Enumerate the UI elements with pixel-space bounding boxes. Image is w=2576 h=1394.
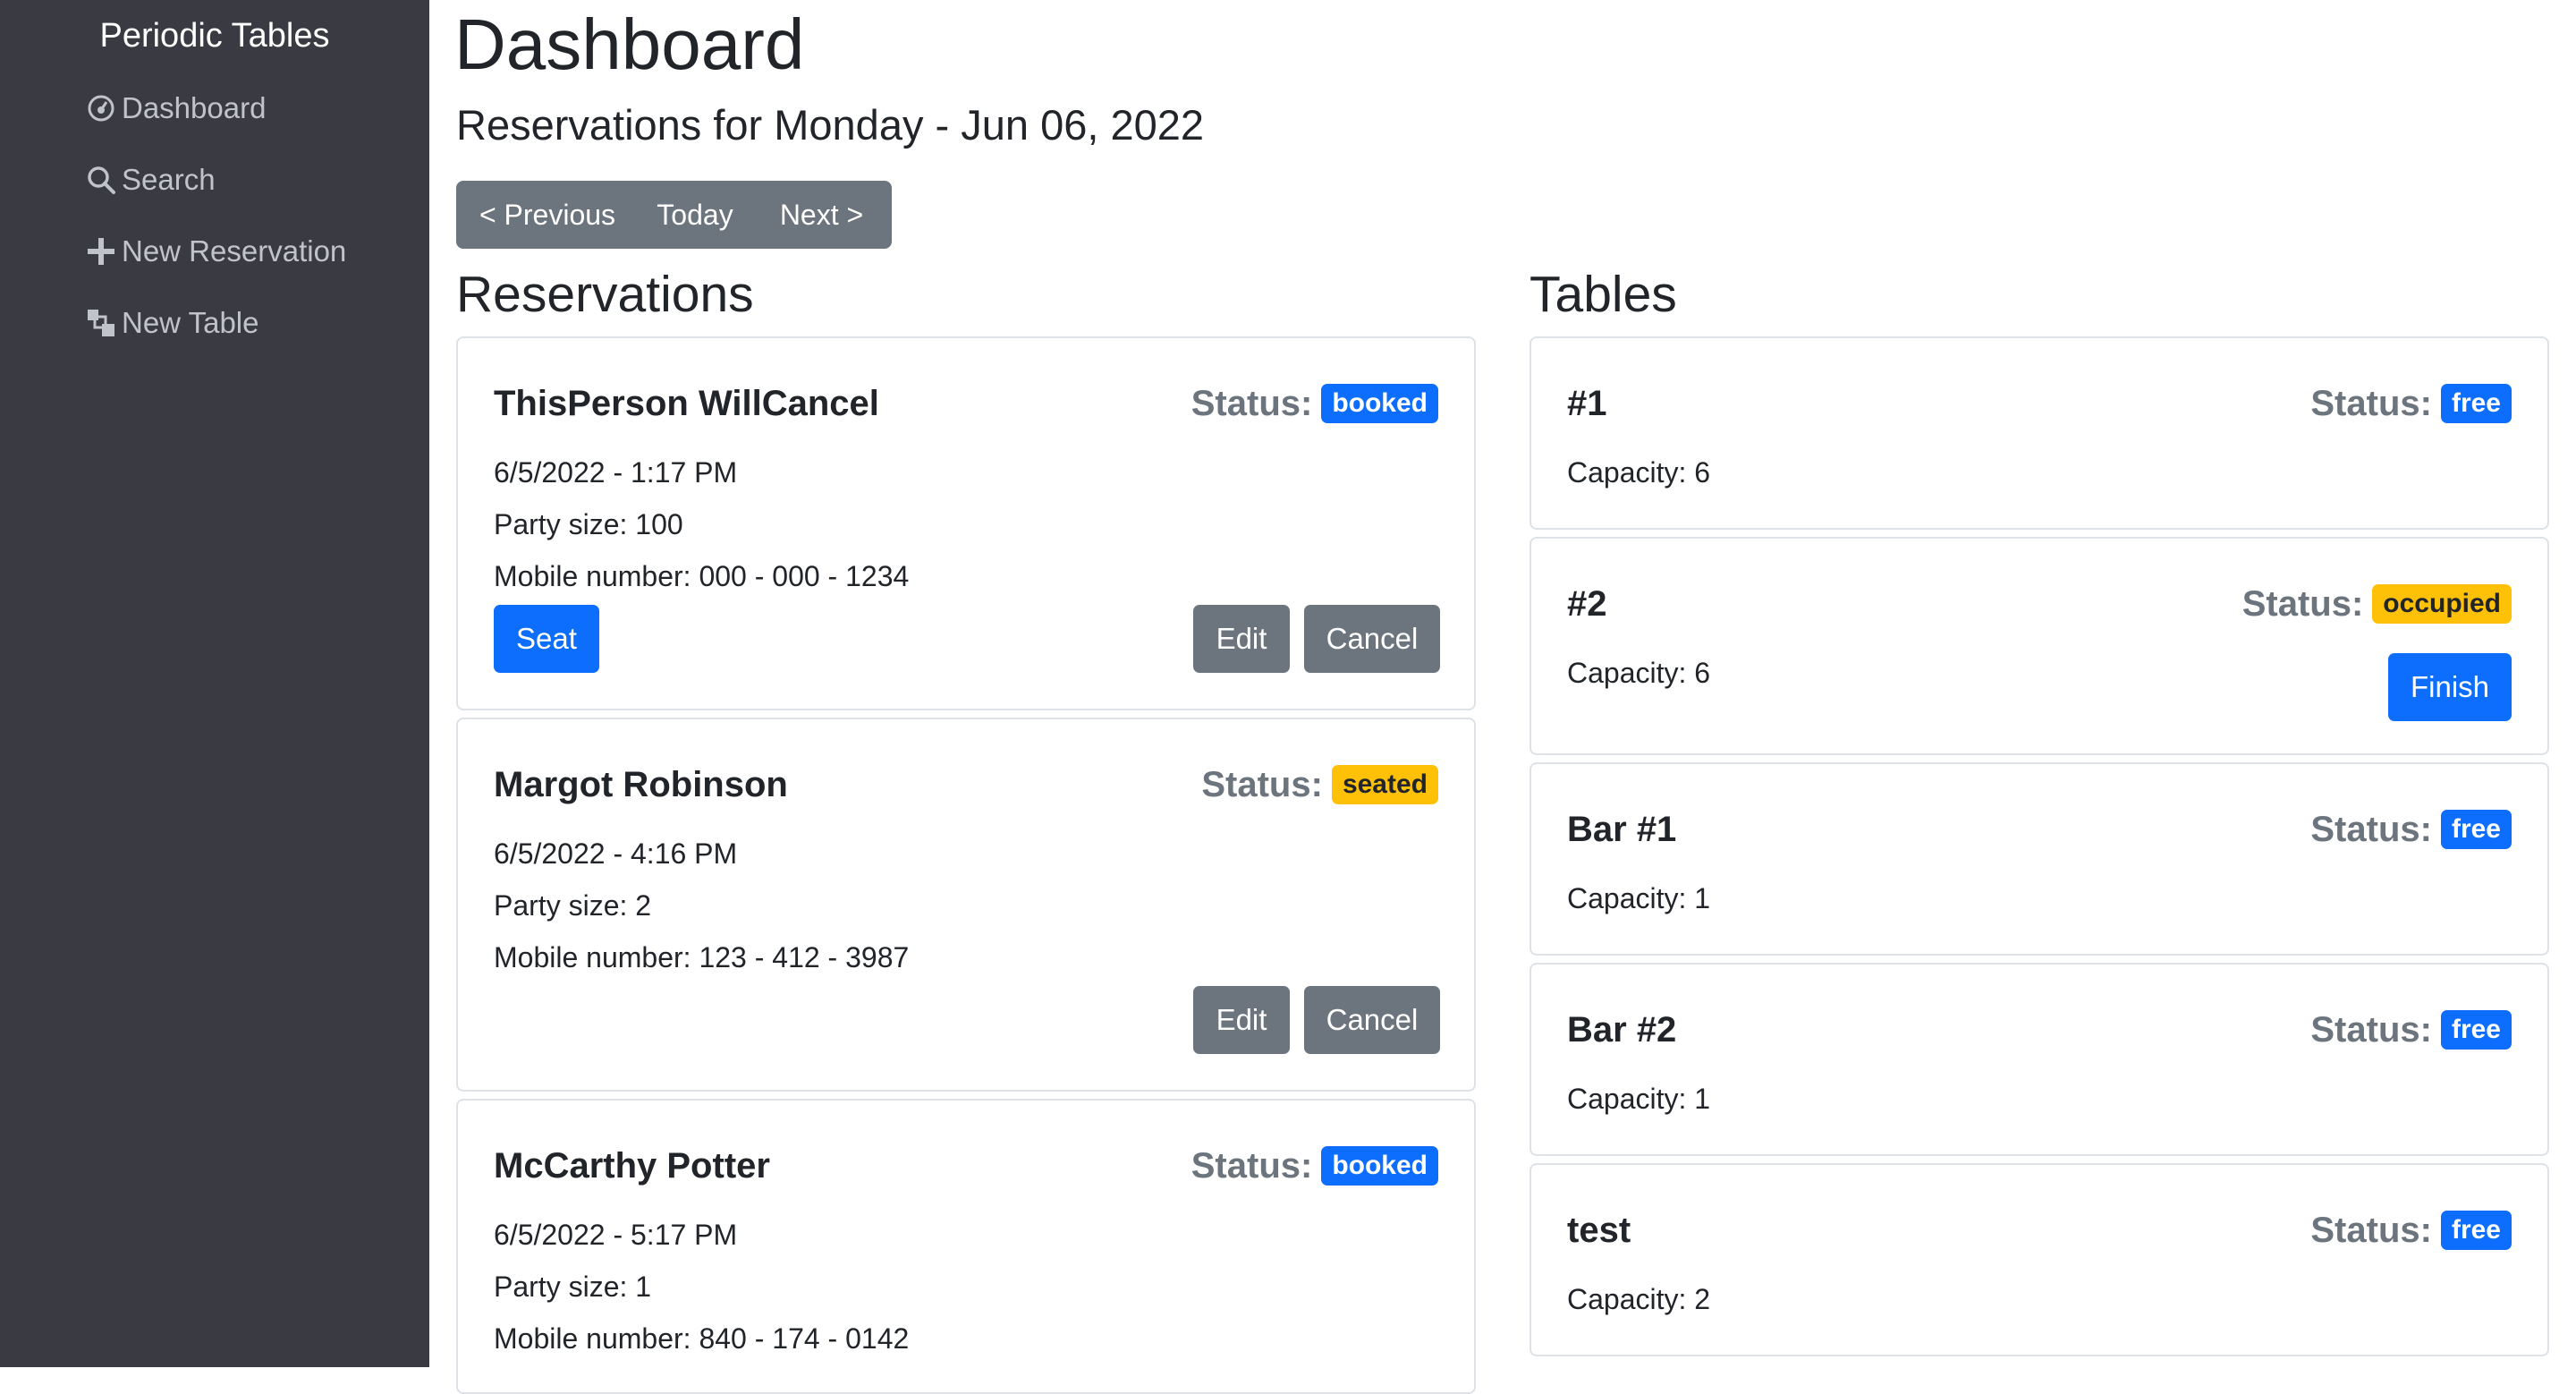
table-capacity: Capacity: 1 xyxy=(1567,882,1711,914)
reservation-mobile: Mobile number: 123 - 412 - 3987 xyxy=(494,941,910,973)
table-status: Status: occupied xyxy=(2242,582,2512,626)
date-navigation: < Previous Today Next > xyxy=(456,181,892,249)
table-name: #1 xyxy=(1567,384,1607,423)
status-label: Status: xyxy=(1191,1146,1313,1186)
reservation-datetime: 6/5/2022 - 4:16 PM xyxy=(494,837,738,870)
reservation-name: Margot Robinson xyxy=(494,765,788,804)
status-badge: booked xyxy=(1321,384,1438,423)
next-day-button[interactable]: Next > xyxy=(751,181,892,249)
plus-icon xyxy=(86,236,116,267)
table-card: Bar #1 Status: free Capacity: 1 xyxy=(1530,762,2549,956)
reservation-status: Status: booked xyxy=(1191,381,1438,426)
today-button[interactable]: Today xyxy=(639,181,751,249)
sidebar: Periodic Tables Dashboard Search New Res… xyxy=(0,0,429,1367)
status-badge: booked xyxy=(1321,1146,1438,1186)
reservation-name: ThisPerson WillCancel xyxy=(494,384,879,423)
status-label: Status: xyxy=(1191,384,1313,423)
status-label: Status: xyxy=(2310,810,2432,849)
table-name: #2 xyxy=(1567,584,1607,624)
reservation-mobile: Mobile number: 840 - 174 - 0142 xyxy=(494,1322,910,1355)
sidebar-item-label: New Table xyxy=(122,306,259,339)
reservation-card: Margot Robinson Status: seated 6/5/2022 … xyxy=(456,718,1476,1092)
status-label: Status: xyxy=(2310,384,2432,423)
reservation-card: ThisPerson WillCancel Status: booked 6/5… xyxy=(456,336,1476,710)
reservation-mobile: Mobile number: 000 - 000 - 1234 xyxy=(494,560,910,592)
sidebar-item-dashboard[interactable]: Dashboard xyxy=(86,86,266,131)
sidebar-item-label: New Reservation xyxy=(122,234,347,268)
new-table-icon xyxy=(86,308,116,338)
page-title: Dashboard xyxy=(454,4,805,84)
dashboard-icon xyxy=(86,93,116,123)
status-label: Status: xyxy=(2310,1010,2432,1050)
sidebar-item-search[interactable]: Search xyxy=(86,157,216,202)
reservation-name: McCarthy Potter xyxy=(494,1146,770,1186)
table-name: Bar #1 xyxy=(1567,810,1677,849)
brand-title[interactable]: Periodic Tables xyxy=(0,14,429,57)
seat-button[interactable]: Seat xyxy=(494,605,599,673)
table-capacity: Capacity: 1 xyxy=(1567,1083,1711,1115)
reservation-card: McCarthy Potter Status: booked 6/5/2022 … xyxy=(456,1099,1476,1394)
sidebar-item-new-table[interactable]: New Table xyxy=(86,301,258,345)
cancel-button[interactable]: Cancel xyxy=(1304,605,1440,673)
table-card: #2 Status: occupied Capacity: 6 Finish xyxy=(1530,537,2549,755)
sidebar-item-label: Search xyxy=(122,163,216,196)
status-badge: free xyxy=(2440,1010,2512,1050)
status-badge: seated xyxy=(1331,765,1438,804)
status-badge: occupied xyxy=(2372,584,2512,624)
tables-heading: Tables xyxy=(1530,266,1677,323)
table-card: Bar #2 Status: free Capacity: 1 xyxy=(1530,963,2549,1156)
status-badge: free xyxy=(2440,1211,2512,1250)
reservation-status: Status: seated xyxy=(1201,762,1438,807)
edit-button[interactable]: Edit xyxy=(1193,986,1290,1054)
table-card: #1 Status: free Capacity: 6 xyxy=(1530,336,2549,530)
status-badge: free xyxy=(2440,384,2512,423)
reservation-party-size: Party size: 100 xyxy=(494,508,683,540)
sidebar-item-new-reservation[interactable]: New Reservation xyxy=(86,229,346,274)
edit-button[interactable]: Edit xyxy=(1193,605,1290,673)
table-capacity: Capacity: 6 xyxy=(1567,657,1711,689)
sidebar-item-label: Dashboard xyxy=(122,91,267,124)
reservation-datetime: 6/5/2022 - 5:17 PM xyxy=(494,1219,738,1251)
table-status: Status: free xyxy=(2310,381,2512,426)
status-badge: free xyxy=(2440,810,2512,849)
status-label: Status: xyxy=(2241,584,2364,624)
search-icon xyxy=(86,165,116,195)
cancel-button[interactable]: Cancel xyxy=(1304,986,1440,1054)
page-subtitle: Reservations for Monday - Jun 06, 2022 xyxy=(456,101,1205,149)
table-capacity: Capacity: 2 xyxy=(1567,1283,1711,1315)
reservation-status: Status: booked xyxy=(1191,1143,1438,1188)
table-status: Status: free xyxy=(2310,807,2512,852)
table-status: Status: free xyxy=(2310,1208,2512,1253)
reservation-party-size: Party size: 2 xyxy=(494,889,652,922)
reservations-heading: Reservations xyxy=(456,266,754,323)
table-status: Status: free xyxy=(2310,1007,2512,1052)
status-label: Status: xyxy=(1201,765,1323,804)
table-name: test xyxy=(1567,1211,1631,1250)
status-label: Status: xyxy=(2310,1211,2432,1250)
finish-button[interactable]: Finish xyxy=(2388,653,2512,721)
reservation-party-size: Party size: 1 xyxy=(494,1271,652,1303)
table-card: test Status: free Capacity: 2 xyxy=(1530,1163,2549,1356)
table-name: Bar #2 xyxy=(1567,1010,1677,1050)
table-capacity: Capacity: 6 xyxy=(1567,456,1711,489)
previous-day-button[interactable]: < Previous xyxy=(456,181,639,249)
reservation-datetime: 6/5/2022 - 1:17 PM xyxy=(494,456,738,489)
